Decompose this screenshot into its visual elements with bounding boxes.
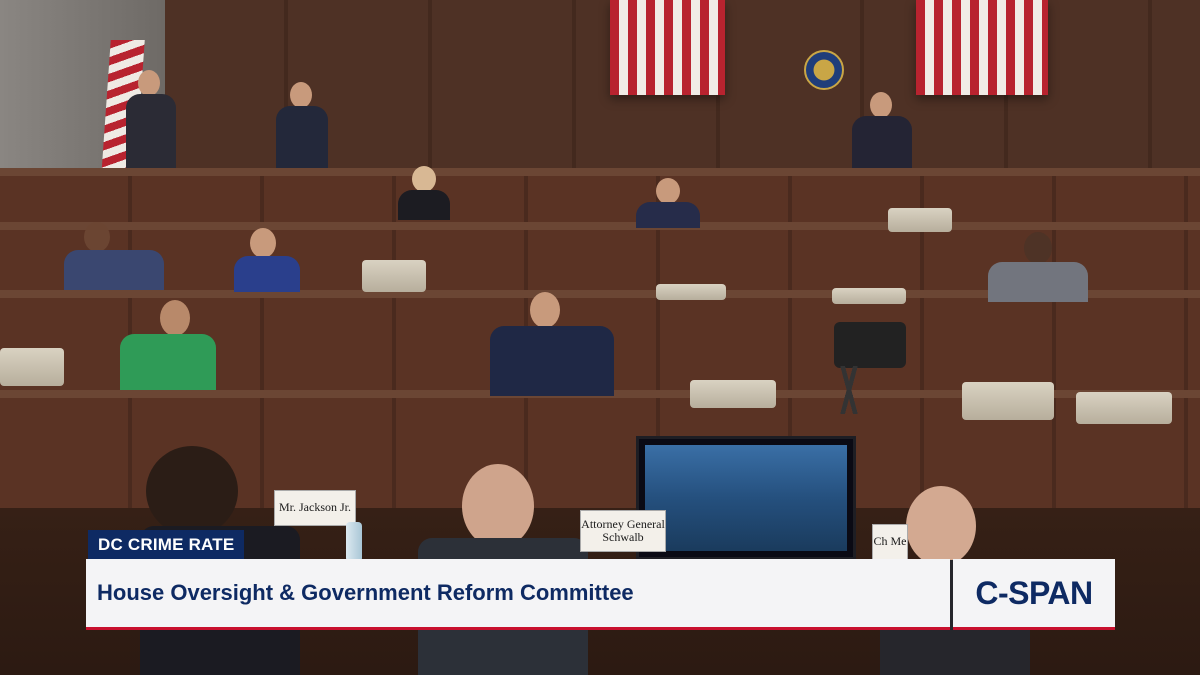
hearing-room-scene: Mr. Jackson Jr. Attorney General Schwalb…	[0, 0, 1200, 675]
network-logo: C-SPAN	[953, 559, 1115, 630]
headline-text: House Oversight & Government Reform Comm…	[97, 580, 634, 605]
headline-bar: House Oversight & Government Reform Comm…	[86, 559, 950, 630]
topic-tag: DC CRIME RATE	[88, 530, 245, 559]
network-logo-text: C-SPAN	[975, 574, 1093, 611]
broadcast-overlay: DC CRIME RATE House Oversight & Governme…	[0, 0, 1200, 675]
